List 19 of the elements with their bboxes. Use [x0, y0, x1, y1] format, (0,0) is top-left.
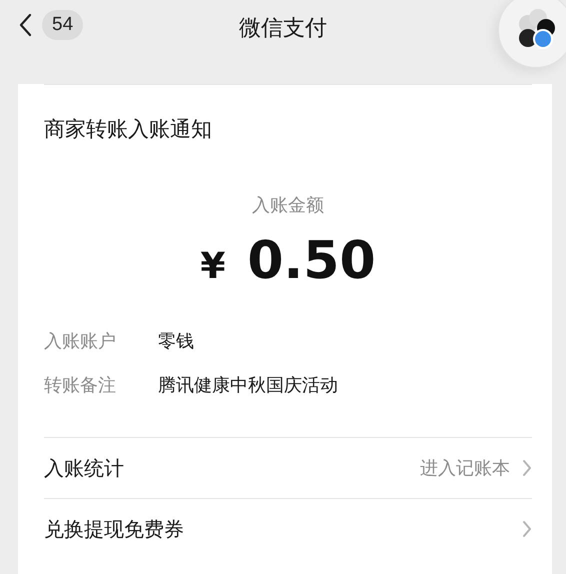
back-icon [18, 13, 32, 37]
detail-label: 入账账户 [44, 330, 117, 353]
notice-title: 商家转账入账通知 [44, 116, 213, 143]
amount-label: 入账金额 [251, 194, 325, 217]
detail-label: 转账备注 [44, 374, 117, 397]
detail-value: 零钱 [158, 330, 194, 353]
item-label: 入账统计 [44, 454, 124, 482]
item-label: 兑换提现免费券 [44, 516, 184, 542]
unread-count: 54 [42, 10, 84, 40]
currency-symbol: ¥ [200, 246, 226, 287]
detail-value: 腾讯健康中秋国庆活动 [158, 374, 338, 397]
list-item[interactable]: 入账统计 进入记账本 [44, 438, 532, 498]
list-item[interactable]: 兑换提现免费券 [44, 499, 532, 559]
chevron-icon [522, 520, 532, 538]
back-button[interactable]: 54 [18, 10, 84, 40]
chevron-icon [522, 459, 532, 477]
amount-value: 0.50 [247, 231, 376, 291]
page-title: 微信支付 [239, 14, 327, 42]
item-hint: 进入记账本 [420, 457, 510, 480]
